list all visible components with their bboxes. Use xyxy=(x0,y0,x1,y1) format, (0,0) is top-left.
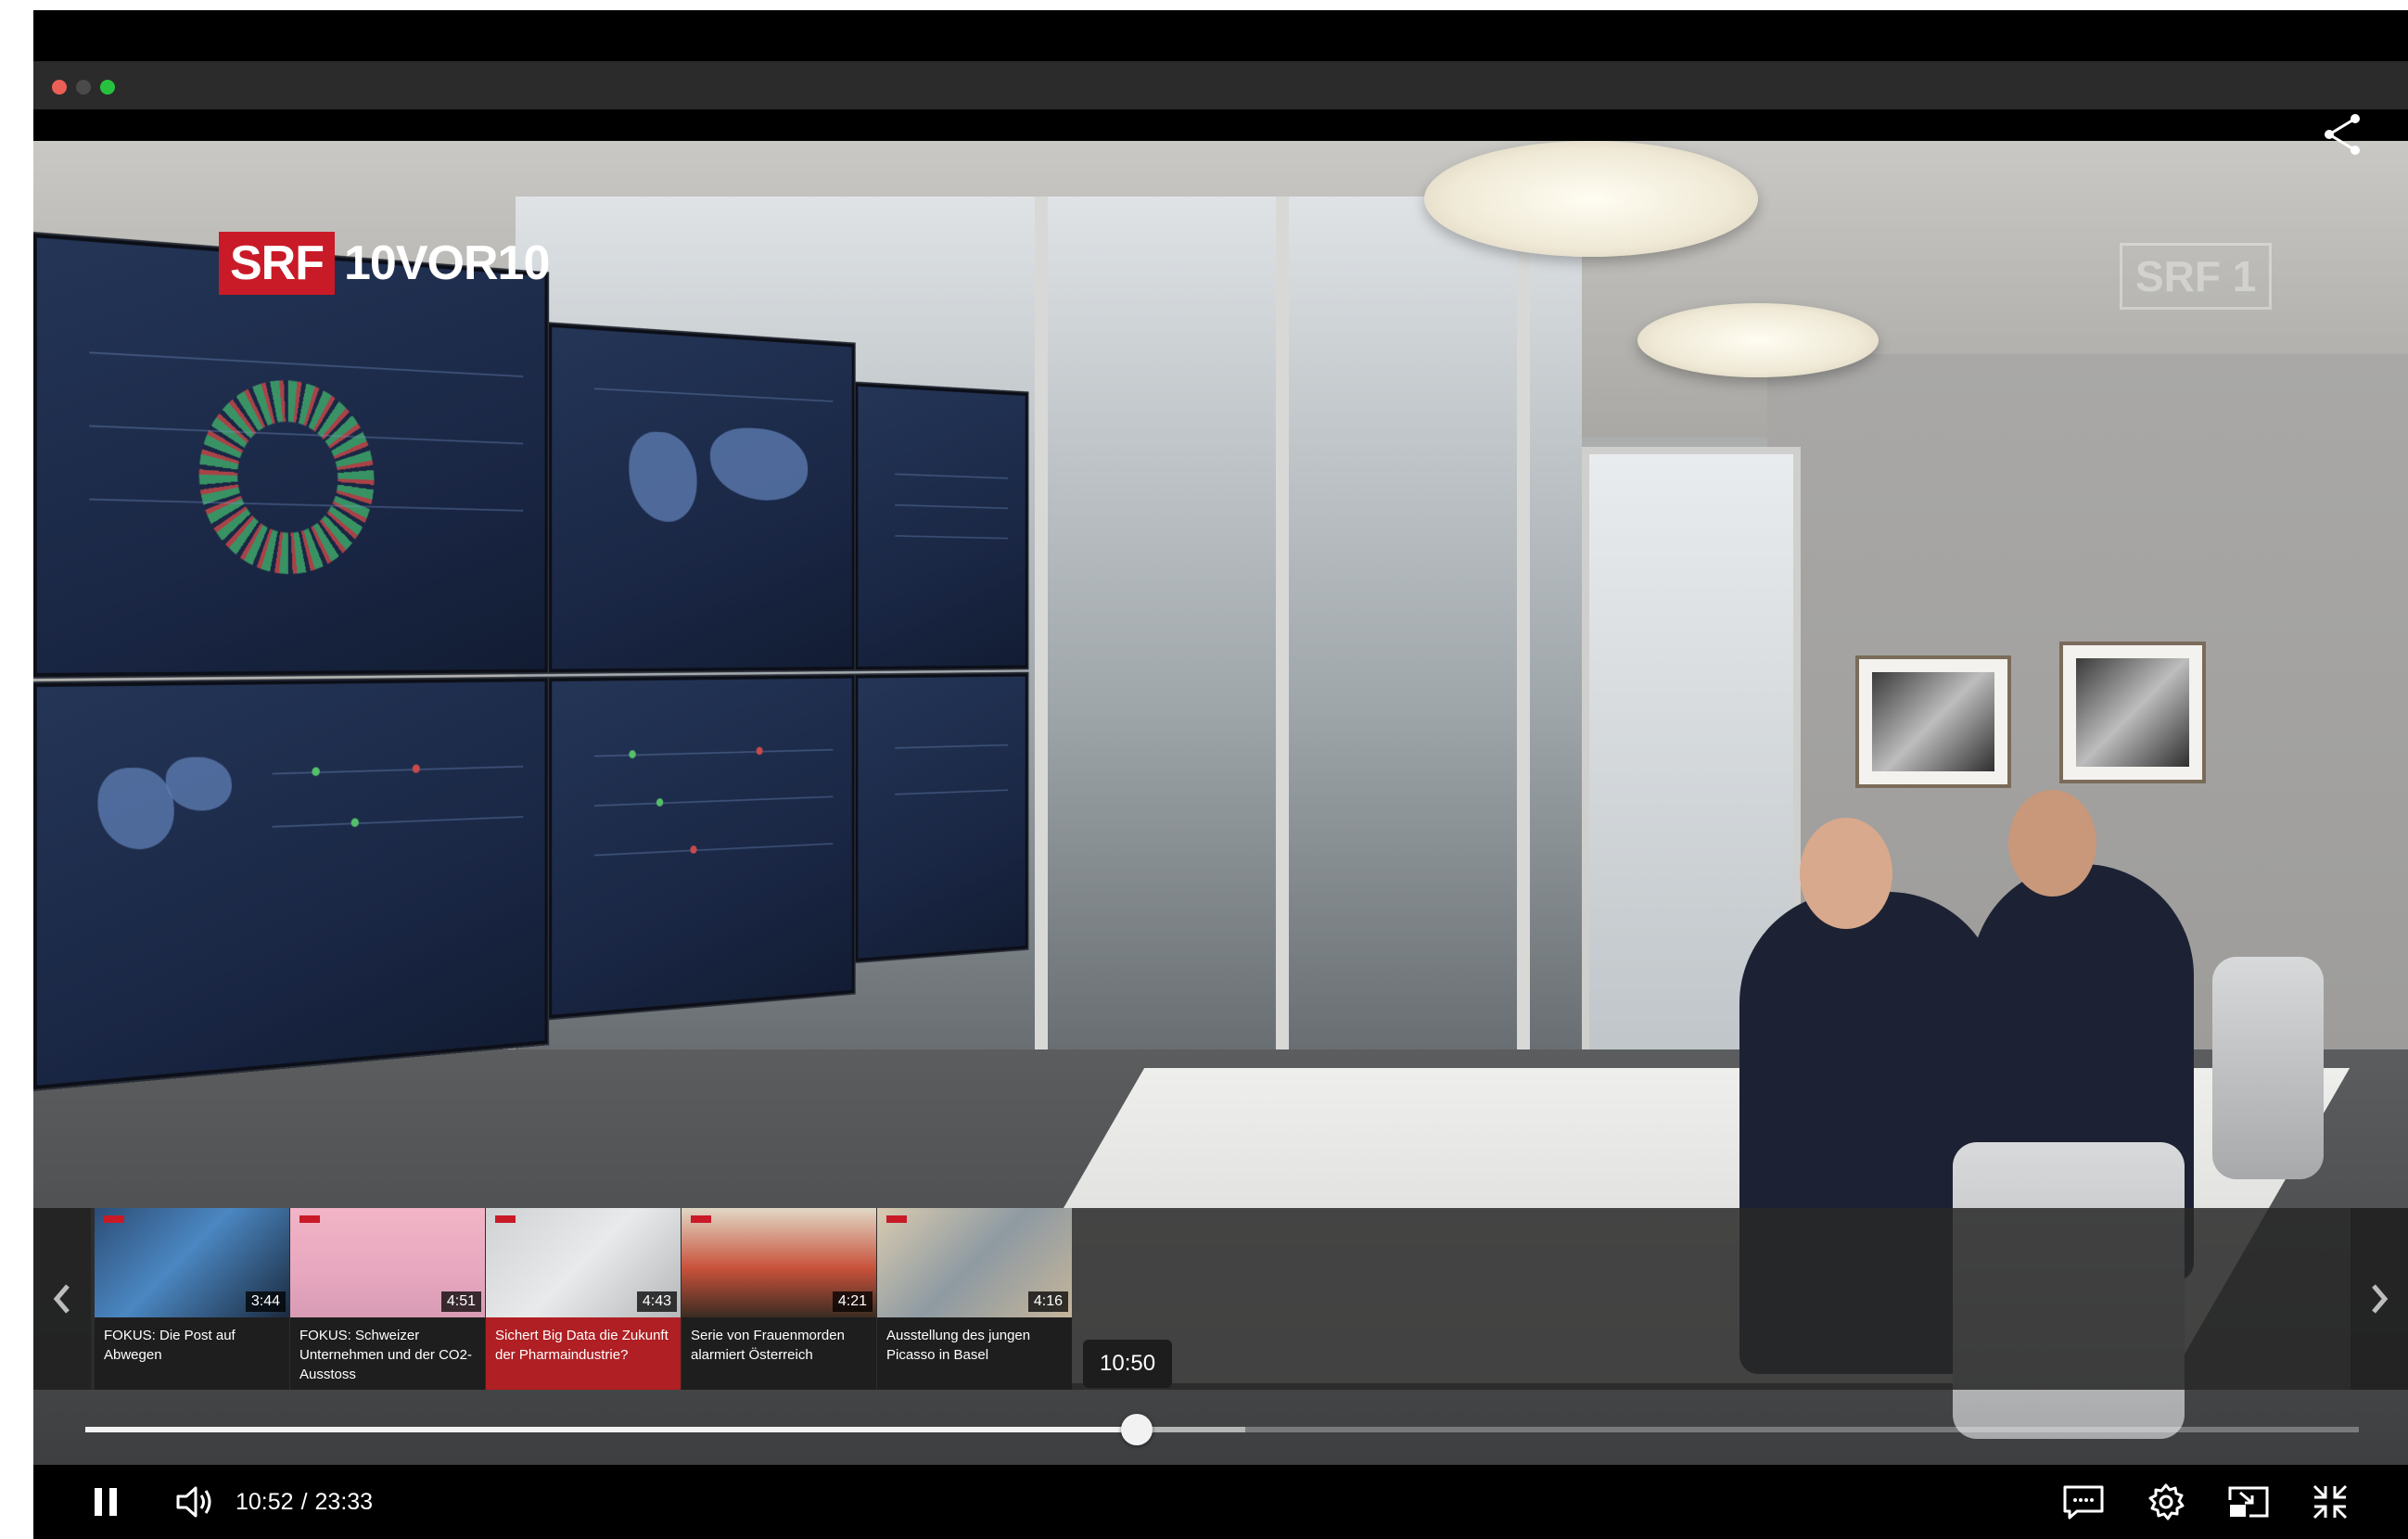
thumbnail-title: FOKUS: Die Post auf Abwegen xyxy=(104,1328,236,1363)
browser-window: SRF 10VOR10 SRF 1 3:44 FOKUS: Die Post a… xyxy=(33,10,2408,1539)
desktop: SRF 10VOR10 SRF 1 3:44 FOKUS: Die Post a… xyxy=(0,0,2408,1539)
srf-badge-icon xyxy=(299,1215,320,1223)
dashboard-screen xyxy=(549,324,855,673)
thumbnail-item[interactable]: 4:21 Serie von Frauenmorden alarmiert Ös… xyxy=(682,1208,876,1390)
thumbnail-duration: 4:16 xyxy=(1027,1291,1068,1312)
srf-badge-icon xyxy=(691,1215,711,1223)
pause-icon xyxy=(95,1488,117,1516)
subtitles-icon xyxy=(2063,1485,2104,1520)
chevron-left-icon xyxy=(53,1284,70,1314)
minimize-window-button[interactable] xyxy=(76,80,91,95)
scene-mullion xyxy=(1517,197,1530,1142)
thumbnail-item[interactable]: 4:43 Sichert Big Data die Zukunft der Ph… xyxy=(486,1208,681,1390)
pause-button[interactable] xyxy=(85,1482,126,1522)
scene-picture xyxy=(1855,655,2011,788)
watermark-logo: SRF 1 xyxy=(2120,243,2273,310)
thumbnail-item[interactable]: 4:16 Ausstellung des jungen Picasso in B… xyxy=(877,1208,1072,1390)
current-time: 10:52 xyxy=(236,1489,294,1515)
share-icon xyxy=(2325,114,2360,155)
seek-bar[interactable] xyxy=(85,1414,2359,1445)
time-display: 10:52/23:33 xyxy=(236,1489,373,1516)
time-separator: / xyxy=(300,1489,308,1515)
srf-logo-text: SRF xyxy=(219,232,335,295)
dashboard-screen xyxy=(33,234,548,677)
thumbnail-list: 3:44 FOKUS: Die Post auf Abwegen 4:51 FO… xyxy=(95,1208,1073,1390)
gear-icon xyxy=(2148,1483,2185,1520)
dashboard-screen xyxy=(33,678,548,1089)
thumbnail-title: Sichert Big Data die Zukunft der Pharmai… xyxy=(495,1328,669,1363)
subtitles-button[interactable] xyxy=(2060,1482,2107,1522)
thumbnail-duration: 4:21 xyxy=(832,1291,873,1312)
player-controls: 10:52/23:33 xyxy=(33,1465,2408,1539)
dashboard-screen xyxy=(855,383,1028,670)
thumbnail-item[interactable]: 3:44 FOKUS: Die Post auf Abwegen xyxy=(95,1208,289,1390)
seek-bar-played xyxy=(85,1427,1138,1432)
exit-fullscreen-button[interactable] xyxy=(2307,1482,2353,1522)
channel-logo: SRF 10VOR10 xyxy=(219,232,550,295)
zoom-window-button[interactable] xyxy=(100,80,115,95)
scene-mullion xyxy=(1035,197,1048,1142)
top-strip xyxy=(33,10,2408,61)
thumbnail-duration: 4:43 xyxy=(636,1291,677,1312)
srf-badge-icon xyxy=(104,1215,124,1223)
thumbnail-duration: 4:51 xyxy=(440,1291,481,1312)
chevron-right-icon xyxy=(2372,1284,2389,1314)
scene-picture xyxy=(2059,642,2206,783)
scene-lamp xyxy=(1637,303,1879,377)
related-videos-rail: 3:44 FOKUS: Die Post auf Abwegen 4:51 FO… xyxy=(33,1208,2408,1390)
dashboard-wall xyxy=(33,178,1028,1089)
video-player[interactable]: SRF 10VOR10 SRF 1 3:44 FOKUS: Die Post a… xyxy=(33,109,2408,1539)
rail-next-button[interactable] xyxy=(2351,1208,2408,1390)
volume-icon xyxy=(176,1486,211,1518)
dashboard-dial xyxy=(198,375,375,576)
scene-lamp xyxy=(1424,141,1758,257)
dashboard-screen xyxy=(855,673,1028,962)
thumbnail-title: Serie von Frauenmorden alarmiert Österre… xyxy=(691,1328,845,1363)
total-duration: 23:33 xyxy=(314,1489,374,1515)
seek-time-tooltip: 10:50 xyxy=(1083,1340,1173,1388)
scene-mullion xyxy=(1276,197,1289,1142)
share-button[interactable] xyxy=(2320,111,2366,158)
thumbnail-duration: 3:44 xyxy=(245,1291,286,1312)
volume-button[interactable] xyxy=(172,1482,219,1522)
picture-in-picture-icon xyxy=(2228,1486,2269,1518)
thumbnail-title: FOKUS: Schweizer Unternehmen und der CO2… xyxy=(299,1328,472,1382)
seek-bar-handle[interactable] xyxy=(1121,1414,1153,1445)
exit-fullscreen-icon xyxy=(2312,1484,2348,1520)
dashboard-screen xyxy=(549,675,855,1019)
srf-badge-icon xyxy=(886,1215,907,1223)
thumbnail-title: Ausstellung des jungen Picasso in Basel xyxy=(886,1328,1031,1363)
settings-button[interactable] xyxy=(2143,1482,2189,1522)
rail-prev-button[interactable] xyxy=(33,1208,91,1390)
srf-badge-icon xyxy=(495,1215,516,1223)
close-window-button[interactable] xyxy=(52,80,67,95)
picture-in-picture-button[interactable] xyxy=(2225,1482,2272,1522)
show-logo-text: 10VOR10 xyxy=(344,236,550,290)
window-titlebar xyxy=(33,61,2408,109)
thumbnail-item[interactable]: 4:51 FOKUS: Schweizer Unternehmen und de… xyxy=(290,1208,485,1390)
